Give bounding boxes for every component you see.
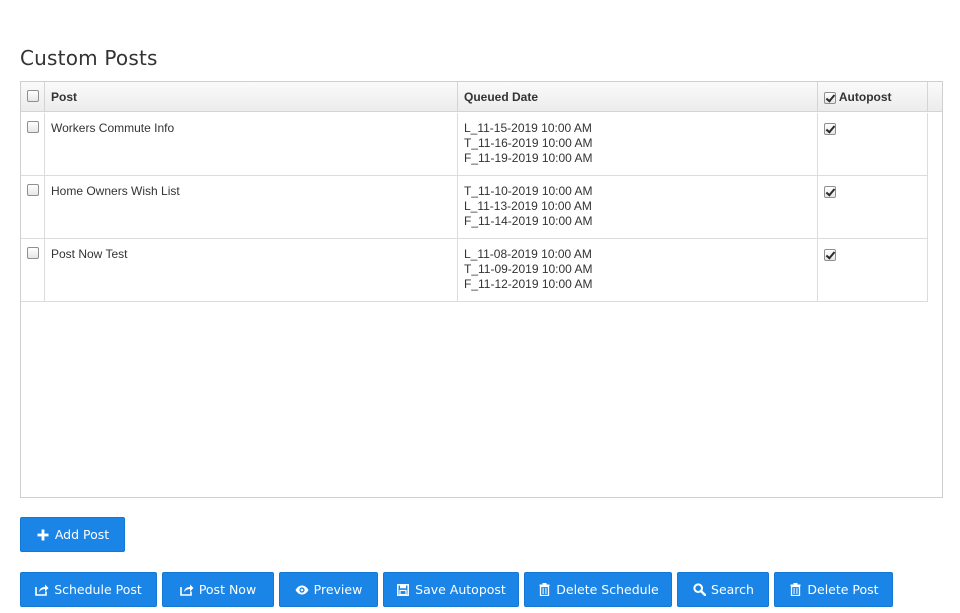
search-button[interactable]: Search (677, 572, 769, 607)
post-now-button[interactable]: Post Now (162, 572, 274, 607)
post-now-label: Post Now (198, 582, 257, 597)
posts-grid: Post Queued Date Autopost Workers Commut… (20, 81, 943, 498)
schedule-post-label: Schedule Post (54, 582, 142, 597)
trash-icon (788, 583, 802, 597)
autopost-all-checkbox[interactable] (824, 91, 836, 104)
grid-header: Post Queued Date Autopost (21, 82, 942, 112)
search-label: Search (711, 582, 754, 597)
row-checkbox[interactable] (27, 184, 39, 196)
autopost-checkbox[interactable] (824, 185, 836, 198)
save-icon (396, 583, 410, 597)
queued-date: T_11-10-2019 10:00 AM (464, 184, 593, 198)
table-row[interactable]: Post Now Test L_11-08-2019 10:00 AM T_11… (21, 239, 928, 302)
post-name[interactable]: Home Owners Wish List (45, 176, 458, 238)
column-header-queued-date[interactable]: Queued Date (458, 82, 818, 112)
header-scroll-spacer (928, 82, 942, 112)
post-name[interactable]: Post Now Test (45, 239, 458, 301)
search-icon (692, 583, 706, 597)
queued-date: F_11-12-2019 10:00 AM (464, 277, 593, 291)
add-post-button[interactable]: Add Post (20, 517, 125, 552)
preview-button[interactable]: Preview (279, 572, 378, 607)
queued-dates: T_11-10-2019 10:00 AM L_11-13-2019 10:00… (458, 176, 818, 238)
queued-date: L_11-13-2019 10:00 AM (464, 199, 592, 213)
delete-post-button[interactable]: Delete Post (774, 572, 893, 607)
share-icon (180, 583, 194, 597)
row-checkbox[interactable] (27, 121, 39, 133)
queued-dates: L_11-08-2019 10:00 AM T_11-09-2019 10:00… (458, 239, 818, 301)
share-icon (35, 583, 49, 597)
autopost-checkbox[interactable] (824, 248, 836, 261)
autopost-checkbox[interactable] (824, 122, 836, 135)
add-post-label: Add Post (54, 527, 110, 542)
delete-post-label: Delete Post (807, 582, 879, 597)
column-header-autopost[interactable]: Autopost (818, 82, 928, 112)
row-select-cell (21, 113, 45, 175)
queued-date: F_11-19-2019 10:00 AM (464, 151, 593, 165)
save-autopost-label: Save Autopost (415, 582, 506, 597)
save-autopost-button[interactable]: Save Autopost (383, 572, 519, 607)
header-select-cell (21, 82, 45, 112)
table-row[interactable]: Home Owners Wish List T_11-10-2019 10:00… (21, 176, 928, 239)
page-title: Custom Posts (20, 46, 158, 70)
queued-date: T_11-09-2019 10:00 AM (464, 262, 593, 276)
row-select-cell (21, 239, 45, 301)
eye-icon (295, 583, 309, 597)
delete-schedule-label: Delete Schedule (556, 582, 659, 597)
column-header-post[interactable]: Post (45, 82, 458, 112)
autopost-cell (818, 113, 928, 175)
autopost-cell (818, 239, 928, 301)
queued-dates: L_11-15-2019 10:00 AM T_11-16-2019 10:00… (458, 113, 818, 175)
plus-icon (36, 528, 50, 542)
queued-date: L_11-08-2019 10:00 AM (464, 247, 592, 261)
schedule-post-button[interactable]: Schedule Post (20, 572, 157, 607)
preview-label: Preview (313, 582, 363, 597)
trash-icon (537, 583, 551, 597)
table-row[interactable]: Workers Commute Info L_11-15-2019 10:00 … (21, 113, 928, 176)
autopost-header-label: Autopost (838, 90, 892, 104)
post-name[interactable]: Workers Commute Info (45, 113, 458, 175)
queued-date: F_11-14-2019 10:00 AM (464, 214, 593, 228)
queued-date: L_11-15-2019 10:00 AM (464, 121, 592, 135)
autopost-cell (818, 176, 928, 238)
select-all-checkbox[interactable] (27, 90, 39, 102)
delete-schedule-button[interactable]: Delete Schedule (524, 572, 672, 607)
row-select-cell (21, 176, 45, 238)
queued-date: T_11-16-2019 10:00 AM (464, 136, 593, 150)
row-checkbox[interactable] (27, 247, 39, 259)
